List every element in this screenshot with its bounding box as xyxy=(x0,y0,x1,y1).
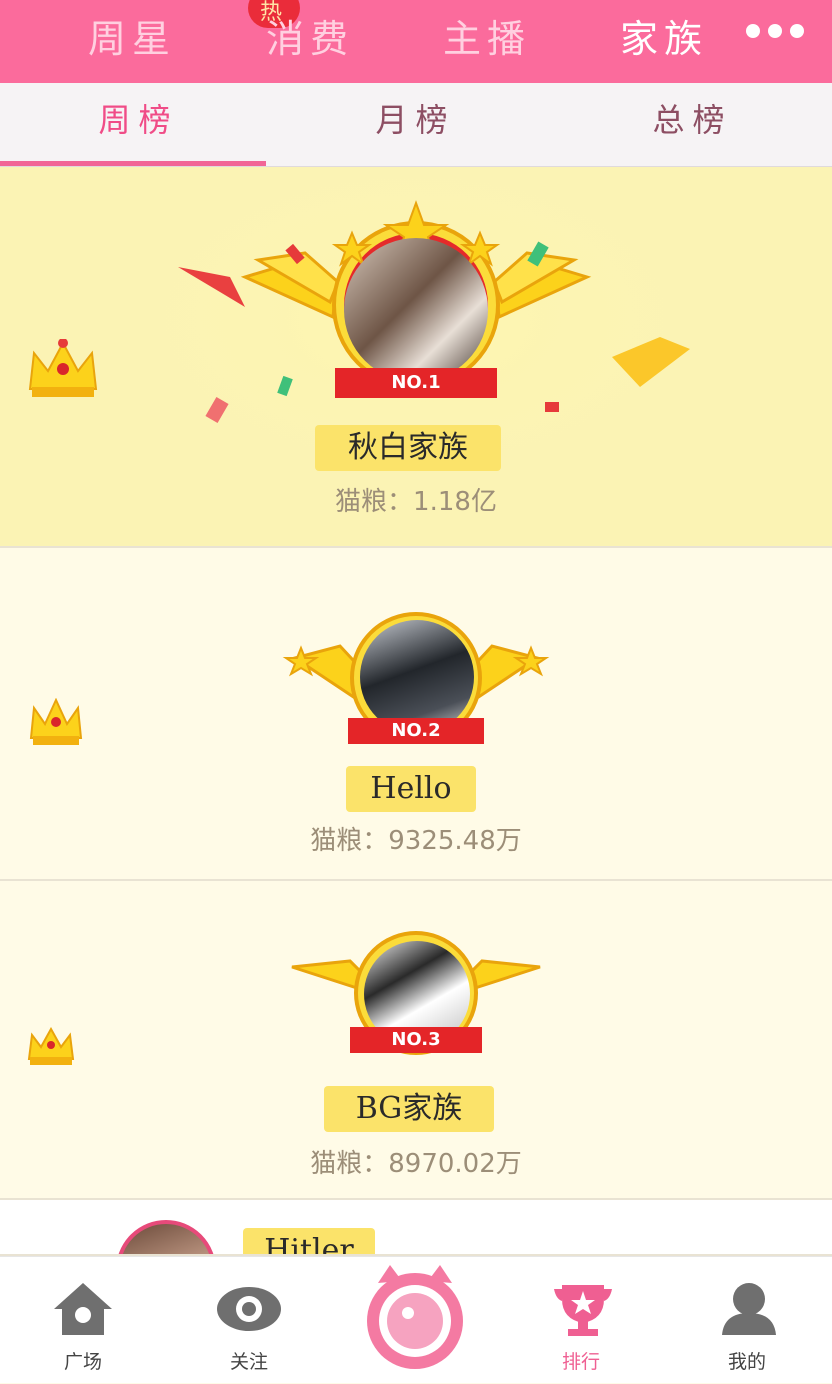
family-score: 猫粮：1.18亿 xyxy=(335,487,497,517)
nav-ranking[interactable]: 排行 xyxy=(498,1257,664,1384)
nav-label: 我的 xyxy=(727,1351,766,1373)
more-icon[interactable] xyxy=(746,24,804,38)
crown-gold-icon xyxy=(26,338,100,403)
rank-card-2[interactable]: NO.2 Hello 猫粮：9325.48万 xyxy=(0,548,832,881)
bottom-nav: 广场 关注 排行 我的 xyxy=(0,1256,832,1383)
family-score: 猫粮：9325.48万 xyxy=(310,826,522,856)
tab-family[interactable]: 家族 xyxy=(620,8,708,63)
family-name: BG家族 xyxy=(324,1086,494,1132)
nav-profile[interactable]: 我的 xyxy=(664,1257,830,1384)
nav-label: 广场 xyxy=(63,1351,102,1373)
eye-icon xyxy=(217,1287,281,1331)
rank-card-4[interactable]: Hitler xyxy=(0,1200,832,1256)
tab-label: 周星 xyxy=(88,17,177,61)
family-avatar[interactable] xyxy=(360,620,474,734)
rank-ribbon: NO.1 xyxy=(335,368,497,398)
nav-label: 关注 xyxy=(229,1351,268,1373)
rank-ribbon: NO.2 xyxy=(348,718,484,744)
tab-anchor[interactable]: 主播 xyxy=(443,8,531,63)
subtab-total[interactable]: 总榜 xyxy=(554,83,831,167)
family-name: Hitler xyxy=(243,1228,375,1254)
sub-tab-bar: 周榜 月榜 总榜 xyxy=(0,83,832,167)
tab-weekly-star[interactable]: 周星热 xyxy=(88,0,300,63)
subtab-weekly[interactable]: 周榜 xyxy=(0,83,277,167)
rank-ribbon: NO.3 xyxy=(350,1027,482,1053)
family-avatar[interactable] xyxy=(344,238,488,382)
user-icon xyxy=(722,1283,776,1335)
tab-consumption[interactable]: 消费 xyxy=(266,8,354,63)
crown-silver-icon xyxy=(28,697,84,752)
top-tab-bar: 周星热 消费 主播 家族 xyxy=(0,0,832,83)
family-score: 猫粮：8970.02万 xyxy=(310,1149,522,1179)
nav-live-camera[interactable] xyxy=(332,1257,498,1384)
family-name: Hello xyxy=(346,766,476,812)
rank-card-1[interactable]: NO.1 秋白家族 猫粮：1.18亿 xyxy=(0,167,832,548)
nav-label: 排行 xyxy=(561,1351,600,1373)
subtab-monthly[interactable]: 月榜 xyxy=(277,83,554,167)
family-name: 秋白家族 xyxy=(315,425,501,471)
trophy-icon xyxy=(554,1285,612,1336)
rank-card-3[interactable]: NO.3 BG家族 猫粮：8970.02万 xyxy=(0,881,832,1200)
active-tab-indicator xyxy=(0,161,266,166)
family-avatar[interactable] xyxy=(116,1220,216,1254)
home-icon xyxy=(54,1283,112,1335)
nav-plaza[interactable]: 广场 xyxy=(0,1257,166,1384)
crown-bronze-icon xyxy=(26,1026,76,1071)
camera-cat-icon xyxy=(367,1265,463,1369)
nav-follow[interactable]: 关注 xyxy=(166,1257,332,1384)
